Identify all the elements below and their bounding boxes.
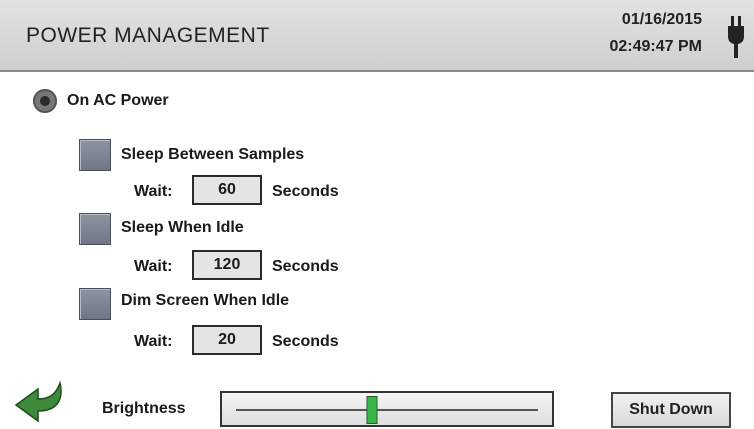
wait-label: Wait: (134, 183, 173, 200)
seconds-unit-label: Seconds (272, 183, 339, 200)
wait-label: Wait: (134, 333, 173, 350)
seconds-unit-label: Seconds (272, 258, 339, 275)
dim-screen-when-idle-wait-input[interactable]: 20 (192, 325, 262, 355)
brightness-label: Brightness (102, 400, 186, 417)
seconds-unit-label: Seconds (272, 333, 339, 350)
sleep-between-samples-wait-input[interactable]: 60 (192, 175, 262, 205)
date-display: 01/16/2015 (621, 11, 702, 28)
header-bar: POWER MANAGEMENT 01/16/2015 02:49:47 PM (0, 0, 754, 72)
time-display: 02:49:47 PM (609, 38, 703, 55)
ac-power-label: On AC Power (67, 92, 169, 109)
page-title: POWER MANAGEMENT (26, 24, 270, 47)
sleep-between-samples-checkbox[interactable] (79, 139, 111, 171)
shutdown-button[interactable]: Shut Down (611, 392, 731, 428)
back-arrow-icon[interactable] (12, 379, 68, 425)
dim-screen-when-idle-label: Dim Screen When Idle (121, 292, 290, 309)
sleep-when-idle-label: Sleep When Idle (121, 219, 244, 236)
sleep-between-samples-label: Sleep Between Samples (121, 146, 305, 163)
slider-thumb[interactable] (366, 396, 378, 424)
brightness-slider[interactable] (220, 391, 554, 427)
plug-icon (728, 16, 744, 58)
sleep-when-idle-wait-input[interactable]: 120 (192, 250, 262, 280)
ac-power-radio[interactable] (33, 89, 57, 113)
sleep-when-idle-checkbox[interactable] (79, 213, 111, 245)
wait-label: Wait: (134, 258, 173, 275)
slider-track (236, 409, 538, 411)
dim-screen-when-idle-checkbox[interactable] (79, 288, 111, 320)
